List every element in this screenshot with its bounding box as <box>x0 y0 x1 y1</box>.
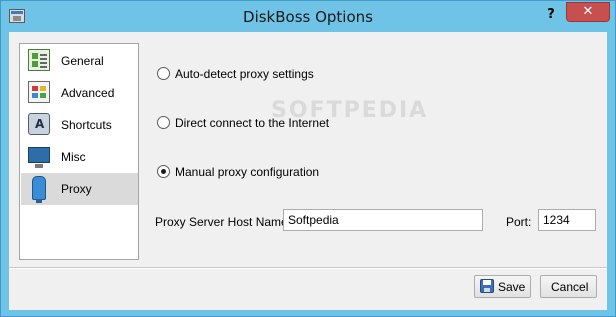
auto-detect-label: Auto-detect proxy settings <box>175 67 314 81</box>
dialog-body: General Advanced Shortcuts Misc Proxy SO… <box>9 32 607 310</box>
sidebar-item-label: Proxy <box>61 182 92 196</box>
save-button[interactable]: Save <box>474 275 531 298</box>
host-name-input[interactable]: Softpedia <box>283 209 483 231</box>
misc-icon <box>28 147 50 168</box>
options-sidebar: General Advanced Shortcuts Misc Proxy <box>19 43 139 260</box>
general-icon <box>28 49 50 71</box>
manual-proxy-label: Manual proxy configuration <box>175 165 320 179</box>
auto-detect-radio[interactable] <box>157 67 170 80</box>
cancel-button-label: Cancel <box>551 280 589 294</box>
sidebar-item-label: Advanced <box>61 86 115 100</box>
proxy-icon <box>32 176 46 203</box>
sidebar-item-label: General <box>61 54 104 68</box>
sidebar-item-misc[interactable]: Misc <box>21 141 138 173</box>
window-title: DiskBoss Options <box>243 8 373 26</box>
title-bar[interactable]: DiskBoss Options ? ✕ <box>1 1 615 32</box>
direct-connect-radio[interactable] <box>157 116 170 129</box>
shortcuts-icon <box>28 113 50 135</box>
cancel-button[interactable]: Cancel <box>540 275 597 298</box>
port-label: Port: <box>506 215 532 229</box>
help-button[interactable]: ? <box>541 5 561 25</box>
port-input[interactable]: 1234 <box>538 209 596 231</box>
sidebar-item-label: Shortcuts <box>61 118 112 132</box>
sidebar-item-label: Misc <box>61 150 86 164</box>
sidebar-item-proxy[interactable]: Proxy <box>21 173 138 205</box>
sidebar-item-advanced[interactable]: Advanced <box>21 77 138 109</box>
direct-connect-label: Direct connect to the Internet <box>175 116 330 130</box>
host-name-label: Proxy Server Host Name: <box>155 215 292 229</box>
sidebar-item-general[interactable]: General <box>21 45 138 77</box>
save-icon <box>480 279 494 293</box>
manual-proxy-radio[interactable] <box>157 165 170 178</box>
options-window: DiskBoss Options ? ✕ General Advanced Sh… <box>0 0 616 317</box>
close-button[interactable]: ✕ <box>566 2 610 22</box>
footer-separator <box>9 267 607 269</box>
advanced-icon <box>28 81 50 103</box>
save-button-label: Save <box>498 280 526 294</box>
sidebar-item-shortcuts[interactable]: Shortcuts <box>21 109 138 141</box>
